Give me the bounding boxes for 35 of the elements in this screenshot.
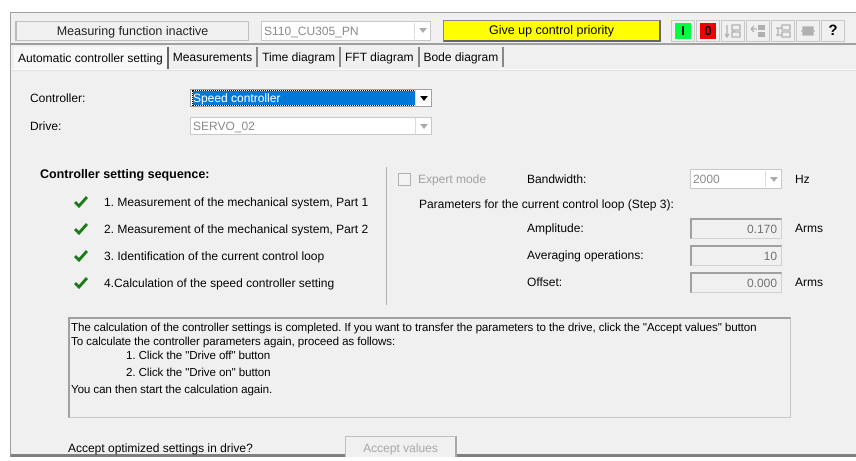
caret-icon (420, 96, 428, 100)
field-label: Offset: (527, 275, 564, 289)
message-line: The calculation of the controller settings is completed. If you want to transfer the parameters to the drive, click the "Accept values" button (71, 321, 758, 335)
drive-off-button[interactable]: 0 (696, 20, 720, 42)
help-button[interactable]: ? (821, 20, 845, 42)
step-text: 3. Identification of the current control loop (104, 248, 324, 262)
message-line: 1. Click the "Drive off" button (125, 349, 272, 364)
step-text: 4.Calculation of the speed controller setting (104, 276, 334, 290)
tab[interactable]: Automatic controller setting (14, 47, 169, 69)
field-label: Bandwidth: (527, 172, 588, 186)
value-field[interactable]: 0.000 (690, 272, 782, 292)
controller-dropdown[interactable]: Speed controller (190, 89, 432, 107)
step-text: 1. Measurement of the mechanical system, Part 1 (104, 194, 368, 208)
caret-icon (420, 124, 428, 128)
section-title: Parameters for the current control loop (Step 3): (419, 197, 674, 211)
caret-icon (418, 28, 426, 33)
value-field[interactable]: 10 (690, 244, 782, 266)
value-field[interactable]: 0.170 (690, 218, 782, 238)
field-label: Averaging operations: (527, 248, 645, 262)
section-title: Controller setting sequence: (40, 167, 210, 181)
message-line: To calculate the controller parameters again, proceed as follows: (71, 335, 396, 349)
field-label: Drive: (30, 119, 62, 133)
message-line: You can then start the calculation again. (71, 383, 274, 397)
status-display: Measuring function inactive (15, 20, 249, 40)
prompt-text: Accept optimized settings in drive? (68, 441, 254, 455)
step-text: 2. Measurement of the mechanical system, Part 2 (104, 222, 368, 236)
unit-label: Arms (795, 275, 823, 289)
field-label: Amplitude: (527, 221, 585, 235)
unit-label: Hz (795, 172, 810, 186)
priority-button[interactable]: Give up control priority (443, 20, 661, 42)
message-line: 2. Click the "Drive on" button (125, 366, 272, 381)
drive-on-button[interactable]: I (671, 20, 695, 42)
unit-label: Arms (795, 221, 823, 235)
field-label: Controller: (30, 91, 86, 105)
caret-icon (770, 176, 778, 182)
